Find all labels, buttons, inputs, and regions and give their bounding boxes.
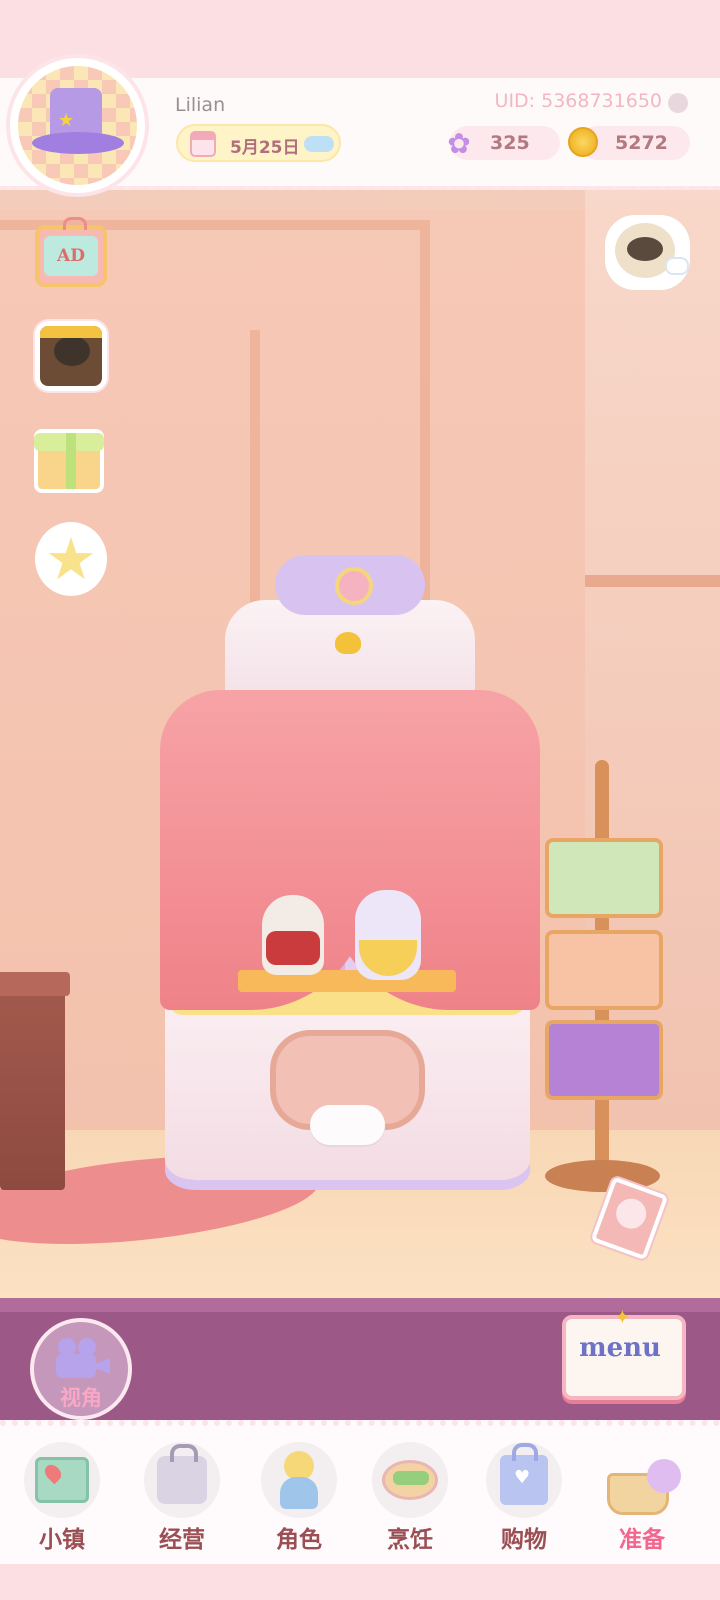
nav-cooking[interactable]: 烹饪: [354, 1434, 466, 1553]
top-bow: [275, 555, 425, 615]
star-icon: ★: [35, 522, 107, 596]
nav-band: [0, 1564, 720, 1600]
shopping-bag-icon: [500, 1443, 548, 1505]
bottom-nav: 小镇 经营 角色 烹饪 购物 准备: [0, 1420, 720, 1600]
gem-value: 325: [490, 132, 530, 154]
nav-label: 烹饪: [387, 1527, 433, 1553]
camera-icon: [56, 1338, 110, 1378]
treasure-chest-button[interactable]: [35, 320, 107, 392]
uid-text: UID: 5368731650: [494, 90, 662, 112]
cake-stage-base[interactable]: [165, 990, 530, 1180]
cake-bow: [310, 1105, 385, 1145]
camera-view-button[interactable]: 视角: [30, 1318, 132, 1420]
cat-chat-button[interactable]: [605, 215, 690, 290]
tv-icon: AD: [35, 217, 107, 287]
rack-box-purple[interactable]: [545, 1020, 663, 1100]
nav-characters[interactable]: 角色: [243, 1434, 355, 1553]
character-icon: [276, 1451, 322, 1509]
side-table: [0, 972, 70, 1190]
cloud-icon: [304, 136, 334, 152]
menu-label: menu: [579, 1333, 661, 1363]
star-icon: ✦: [614, 1305, 631, 1329]
menu-button[interactable]: ✦ menu: [562, 1305, 686, 1405]
food-icon: [382, 1460, 438, 1500]
rack-box-green[interactable]: [545, 838, 663, 918]
map-icon: [35, 1457, 89, 1503]
gift-box-button[interactable]: [33, 425, 105, 497]
gift-icon: [34, 429, 104, 493]
ad-label: AD: [44, 236, 98, 276]
nav-business[interactable]: 经营: [126, 1434, 238, 1553]
ad-tv-button[interactable]: AD: [35, 217, 107, 292]
penguin-character[interactable]: [355, 890, 421, 980]
coin-value: 5272: [615, 132, 668, 154]
bag-icon: [157, 1444, 207, 1504]
nav-label: 购物: [501, 1527, 547, 1553]
heart-ornament: [335, 632, 361, 654]
top-hat-avatar-icon: ★: [18, 66, 137, 185]
date-pill: 5月25日: [176, 124, 341, 162]
nav-prepare[interactable]: 准备: [586, 1434, 698, 1553]
game-scene[interactable]: [0, 0, 720, 1300]
player-avatar[interactable]: ★: [10, 58, 145, 193]
nav-label: 小镇: [39, 1527, 85, 1553]
date-text: 5月25日: [230, 138, 300, 158]
camera-view-label: 视角: [60, 1386, 102, 1410]
nav-town[interactable]: 小镇: [6, 1434, 118, 1553]
nav-label: 经营: [159, 1527, 205, 1553]
basket-icon: [607, 1449, 681, 1515]
nav-label: 角色: [276, 1527, 322, 1553]
nav-shopping[interactable]: 购物: [468, 1434, 580, 1553]
rack-box-peach[interactable]: [545, 930, 663, 1010]
chat-bubble-icon: [665, 257, 689, 275]
calendar-icon: [190, 131, 216, 157]
gem-icon: ✿: [447, 126, 471, 160]
star-character-button[interactable]: ★: [35, 522, 107, 596]
coin-icon: [568, 127, 598, 157]
chest-icon: [35, 321, 107, 391]
username: Lilian: [175, 94, 226, 116]
owl-character[interactable]: [262, 895, 324, 975]
copy-icon[interactable]: [668, 93, 688, 113]
nav-label: 准备: [619, 1527, 665, 1553]
